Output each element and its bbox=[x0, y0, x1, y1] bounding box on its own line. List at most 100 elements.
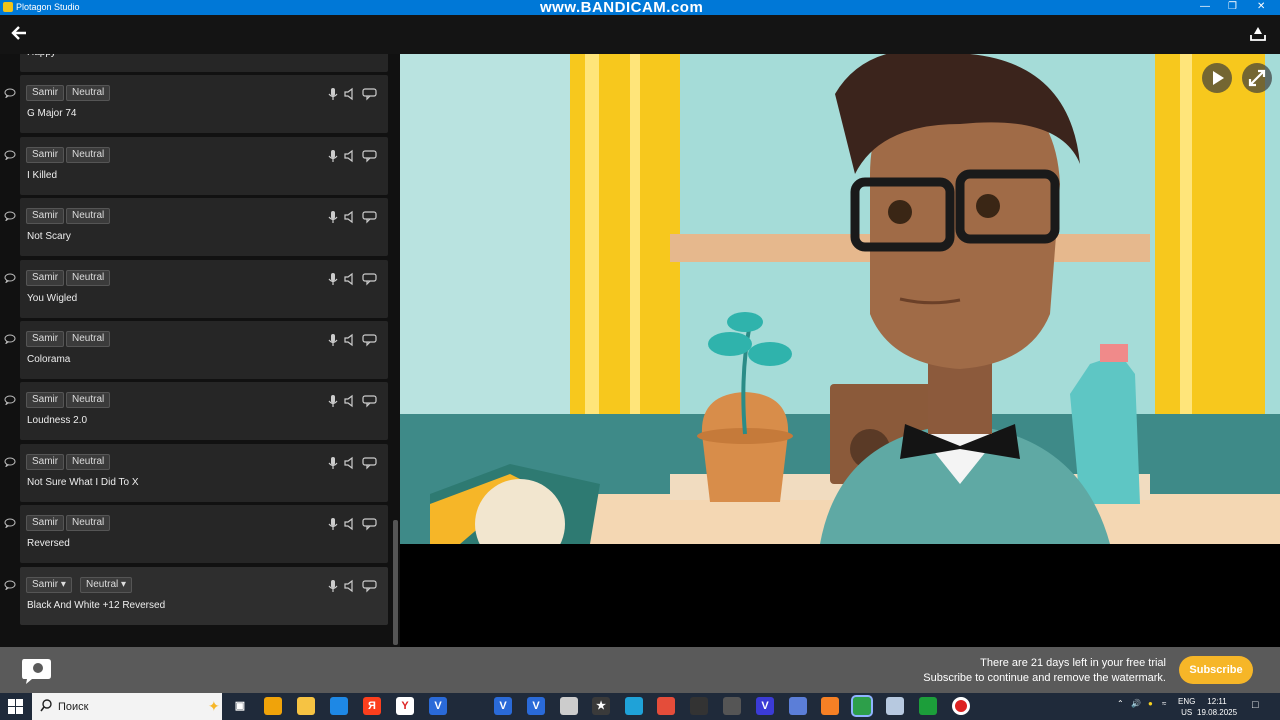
utorrent-icon[interactable] bbox=[919, 697, 937, 715]
comment-bubble-icon[interactable] bbox=[4, 331, 16, 345]
vs-icon[interactable] bbox=[789, 697, 807, 715]
language-indicator[interactable]: ENG US bbox=[1178, 696, 1195, 718]
speaker-icon[interactable] bbox=[343, 87, 357, 101]
vs-code-v-icon[interactable]: V bbox=[429, 697, 447, 715]
dialogue-line-card[interactable]: Samir Neutral Reversed bbox=[20, 505, 388, 563]
film-icon[interactable] bbox=[723, 697, 741, 715]
emotion-tag[interactable]: Neutral bbox=[66, 270, 111, 286]
character-tag[interactable]: Samir bbox=[26, 331, 65, 347]
speech-bubble-icon[interactable] bbox=[362, 579, 378, 593]
comment-bubble-icon[interactable] bbox=[4, 515, 16, 529]
subscribe-button[interactable]: Subscribe bbox=[1179, 656, 1253, 684]
cloud-app-icon[interactable] bbox=[560, 697, 578, 715]
file-explorer-icon[interactable] bbox=[297, 697, 315, 715]
audacity-icon[interactable] bbox=[821, 697, 839, 715]
tray-chevron-icon[interactable]: ⌃ bbox=[1117, 699, 1124, 708]
character-tag[interactable]: Samir bbox=[26, 208, 65, 224]
clock[interactable]: 12:11 19.08.2025 bbox=[1197, 696, 1237, 718]
dialogue-text[interactable]: Black And White +12 Reversed bbox=[27, 600, 165, 611]
close-button[interactable]: ✕ bbox=[1257, 1, 1265, 12]
yandex-browser-icon[interactable]: Y bbox=[396, 697, 414, 715]
microphone-icon[interactable] bbox=[326, 394, 340, 408]
microphone-icon[interactable] bbox=[326, 517, 340, 531]
comment-bubble-icon[interactable] bbox=[4, 392, 16, 406]
character-tag[interactable]: Samir bbox=[26, 147, 65, 163]
edge-icon[interactable] bbox=[625, 697, 643, 715]
dialogue-line-card[interactable]: Samir Neutral Loudness 2.0 bbox=[20, 382, 388, 440]
wifi-icon[interactable]: ≈ bbox=[1162, 699, 1166, 708]
emotion-tag[interactable]: Neutral bbox=[66, 147, 111, 163]
windows-start-icon[interactable] bbox=[8, 699, 23, 714]
comment-bubble-icon[interactable] bbox=[4, 208, 16, 222]
store-icon[interactable] bbox=[264, 697, 282, 715]
dialogue-line-card[interactable]: Samir Neutral You Wigled bbox=[20, 260, 388, 318]
emotion-tag[interactable]: Neutral bbox=[66, 392, 111, 408]
vs-code-v2-icon[interactable]: V bbox=[494, 697, 512, 715]
speech-bubble-icon[interactable] bbox=[362, 149, 378, 163]
dialogue-line-card[interactable]: Samir ▾ Neutral ▾ Black And White +12 Reve… bbox=[20, 567, 388, 625]
vegas-icon[interactable]: V bbox=[756, 697, 774, 715]
speech-bubble-icon[interactable] bbox=[362, 456, 378, 470]
speech-bubble-icon[interactable] bbox=[362, 333, 378, 347]
dialogue-line-card[interactable]: Samir Neutral I Killed bbox=[20, 137, 388, 195]
speaker-icon[interactable] bbox=[343, 333, 357, 347]
microphone-icon[interactable] bbox=[326, 87, 340, 101]
dialogue-line-card[interactable]: SamirNeutralHappy bbox=[20, 54, 388, 72]
speech-bubble-icon[interactable] bbox=[362, 210, 378, 224]
character-tag[interactable]: Samir bbox=[26, 454, 65, 470]
character-tag[interactable]: Samir ▾ bbox=[26, 577, 72, 593]
speech-bubble-icon[interactable] bbox=[362, 394, 378, 408]
dialogue-line-card[interactable]: Samir Neutral Not Sure What I Did To X bbox=[20, 444, 388, 502]
comment-bubble-icon[interactable] bbox=[4, 577, 16, 591]
minimize-button[interactable]: — bbox=[1200, 1, 1210, 12]
fullscreen-icon[interactable] bbox=[1242, 63, 1272, 93]
dialogue-line-card[interactable]: Samir Neutral Colorama bbox=[20, 321, 388, 379]
character-tag[interactable]: Samir bbox=[26, 515, 65, 531]
paint-icon[interactable] bbox=[886, 697, 904, 715]
comment-bubble-icon[interactable] bbox=[4, 85, 16, 99]
speaker-icon[interactable] bbox=[343, 394, 357, 408]
microphone-icon[interactable] bbox=[326, 272, 340, 286]
scene-preview[interactable] bbox=[400, 54, 1280, 544]
character-tag[interactable]: Samir bbox=[26, 85, 65, 101]
speaker-icon[interactable] bbox=[343, 456, 357, 470]
network-icon[interactable]: ● bbox=[1148, 699, 1153, 708]
speaker-icon[interactable] bbox=[343, 210, 357, 224]
speech-bubble-icon[interactable] bbox=[362, 517, 378, 531]
emotion-tag[interactable]: Neutral bbox=[66, 454, 111, 470]
notification-icon[interactable]: □ bbox=[1252, 699, 1259, 711]
emotion-tag[interactable]: Neutral ▾ bbox=[80, 577, 133, 593]
microphone-icon[interactable] bbox=[326, 149, 340, 163]
chrome-icon[interactable] bbox=[657, 697, 675, 715]
character-tag[interactable]: Samir bbox=[26, 270, 65, 286]
bandicam-icon[interactable] bbox=[952, 697, 970, 715]
taskbar-search-input[interactable]: Поиск ✦ bbox=[32, 693, 222, 720]
speaker-icon[interactable] bbox=[343, 272, 357, 286]
vs-code-v3-icon[interactable]: V bbox=[527, 697, 545, 715]
play-icon[interactable] bbox=[1202, 63, 1232, 93]
microphone-icon[interactable] bbox=[326, 579, 340, 593]
speaker-icon[interactable]: 🔊 bbox=[1131, 699, 1141, 708]
plotagon-taskbar-icon[interactable] bbox=[851, 695, 873, 717]
speech-bubble-icon[interactable] bbox=[362, 272, 378, 286]
microphone-icon[interactable] bbox=[326, 456, 340, 470]
restore-button[interactable]: ❐ bbox=[1228, 1, 1237, 12]
dialogue-line-card[interactable]: Samir Neutral G Major 74 bbox=[20, 75, 388, 133]
yandex-icon[interactable]: Я bbox=[363, 697, 381, 715]
comment-bubble-icon[interactable] bbox=[4, 454, 16, 468]
comment-bubble-icon[interactable] bbox=[4, 147, 16, 161]
back-arrow-icon[interactable] bbox=[10, 24, 30, 44]
emotion-tag[interactable]: Neutral bbox=[66, 515, 111, 531]
mail-icon[interactable] bbox=[330, 697, 348, 715]
speaker-icon[interactable] bbox=[343, 149, 357, 163]
comment-bubble-icon[interactable] bbox=[4, 270, 16, 284]
movie-maker-icon[interactable]: ★ bbox=[592, 697, 610, 715]
export-icon[interactable] bbox=[1249, 24, 1269, 44]
task-view-icon[interactable]: ▣ bbox=[231, 697, 249, 715]
dialogue-line-card[interactable]: Samir Neutral Not Scary bbox=[20, 198, 388, 256]
obs-icon[interactable] bbox=[690, 697, 708, 715]
emotion-tag[interactable]: Neutral bbox=[66, 85, 111, 101]
character-tag[interactable]: Samir bbox=[26, 392, 65, 408]
panel-scrollbar[interactable] bbox=[393, 520, 398, 645]
emotion-tag[interactable]: Neutral bbox=[66, 331, 111, 347]
